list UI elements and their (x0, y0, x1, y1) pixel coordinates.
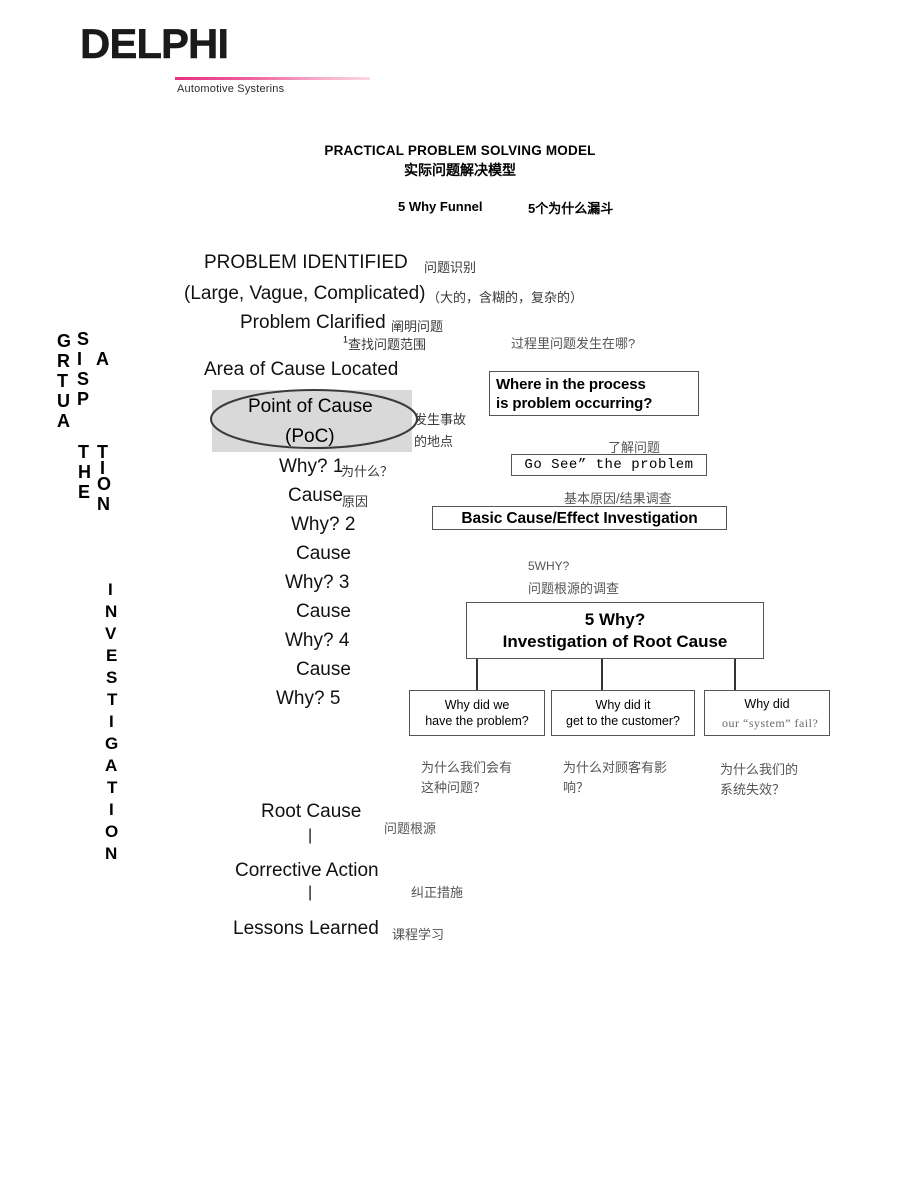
poc-note-cn-line1: 发生事故 (414, 412, 467, 427)
funnel-scope-note: 1查找问题范围 (343, 334, 426, 354)
sub-box-3-cn-line1: 为什么我们的 (720, 762, 799, 777)
where-note-cn: 过程里问题发生在哪? (511, 336, 636, 351)
vletter: A (57, 411, 70, 431)
vletter: E (78, 482, 91, 502)
funnel-root-cause: Root Cause (261, 801, 362, 822)
connector-line-1 (476, 659, 478, 690)
why5-box-line2: Investigation of Root Cause (502, 631, 728, 651)
funnel-connector-1: | (308, 827, 313, 844)
funnel-step-cause-1-cn: 原因 (342, 494, 369, 509)
vletter: O (97, 474, 112, 494)
funnel-step-why-5: Why? 5 (276, 688, 341, 709)
funnel-step-why-2: Why? 2 (291, 514, 356, 535)
funnel-lessons-learned: Lessons Learned (233, 918, 379, 939)
funnel-step-large-vague: (Large, Vague, Complicated) (184, 283, 426, 304)
funnel-step-large-vague-cn: （大的，含糊的，复杂的） (427, 290, 584, 305)
funnel-lessons-learned-cn: 课程学习 (392, 927, 445, 942)
funnel-corrective-action: Corrective Action (235, 860, 379, 881)
why5-box-line1: 5 Why? (584, 609, 646, 629)
sub-box-2-line2: get to the customer? (566, 714, 680, 728)
poc-note-cn-line2: 的地点 (414, 434, 454, 449)
poc-label-line1: Point of Cause (248, 396, 373, 417)
vletter: N (105, 602, 118, 621)
vletter: N (97, 494, 110, 514)
vletter: I (109, 800, 114, 819)
funnel-step-problem-identified: PROBLEM IDENTIFIED (204, 252, 408, 273)
sub-box-2-cn-line1: 为什么对顾客有影 (563, 760, 668, 775)
vletter: O (105, 822, 119, 841)
funnel-scope-note-cn: 查找问题范围 (348, 337, 427, 352)
funnel-step-problem-clarified: Problem Clarified (240, 312, 386, 333)
connector-line-2 (601, 659, 603, 690)
vletter: G (57, 331, 72, 351)
document-page: DELPHI Automotive Systerins PRACTICAL PR… (0, 0, 920, 1191)
vletter: N (105, 844, 118, 863)
where-box-line2: is problem occurring? (496, 394, 653, 412)
logo-wordmark: DELPHI (80, 20, 229, 67)
subtitle-cn: 5个为什么漏斗 (528, 201, 614, 216)
funnel-step-why-4: Why? 4 (285, 630, 350, 651)
funnel-step-why-1: Why? 1 (279, 456, 344, 477)
funnel-step-cause-4: Cause (296, 659, 351, 680)
vletter: I (109, 712, 114, 731)
funnel-step-cause-2: Cause (296, 543, 351, 564)
vletter: E (106, 646, 118, 665)
basic-cause-effect-box: Basic Cause/Effect Investigation (432, 506, 727, 530)
page-title-en: PRACTICAL PROBLEM SOLVING MODEL (324, 143, 596, 158)
vletter: I (108, 580, 113, 599)
sub-box-3-line1: Why did (744, 697, 790, 711)
sub-box-2-cn-line2: 响？ (563, 780, 590, 795)
connector-line-3 (734, 659, 736, 690)
vletter: S (77, 329, 90, 349)
funnel-corrective-action-cn: 纠正措施 (411, 885, 464, 900)
vletter: V (105, 624, 117, 643)
delphi-logo: DELPHI Automotive Systerins (80, 20, 380, 95)
vletter: T (107, 690, 118, 709)
funnel-step-area-of-cause: Area of Cause Located (204, 359, 399, 380)
where-box-line1: Where in the process (496, 375, 646, 393)
vletter: T (107, 778, 118, 797)
poc-label-line2: (PoC) (285, 426, 335, 447)
vletter: S (106, 668, 118, 687)
funnel-connector-2: | (308, 884, 313, 901)
sub-box-2-line1: Why did it (595, 698, 651, 712)
sub-box-why-did-we: Why did we have the problem? (409, 690, 545, 736)
vletter: T (78, 442, 89, 462)
five-why-root-cause-box: 5 Why? Investigation of Root Cause (466, 602, 764, 659)
vletter: A (96, 349, 109, 369)
vletter: P (77, 389, 90, 409)
page-title-cn: 实际问题解决模型 (404, 162, 516, 178)
funnel-step-cause-3: Cause (296, 601, 351, 622)
sub-box-1-line1: Why did we (444, 698, 510, 712)
logo-accent-rule (175, 77, 370, 80)
vletter: H (78, 462, 91, 482)
vletter: R (57, 351, 70, 371)
vletter: T (57, 371, 68, 391)
sub-box-3-line2-overflow: our “system” fail? (722, 716, 819, 730)
funnel-step-why-1-cn: 为什么？ (341, 464, 394, 479)
vletter: S (77, 369, 90, 389)
logo-tagline: Automotive Systerins (177, 83, 285, 95)
basic-cause-note-cn: 基本原因/结果调查 (564, 491, 672, 506)
subtitle-en: 5 Why Funnel (398, 199, 483, 214)
funnel-step-cause-1: Cause (288, 485, 343, 506)
funnel-step-problem-identified-cn: 问题识别 (424, 260, 477, 275)
vletter: G (105, 734, 119, 753)
sub-box-why-did-it: Why did it get to the customer? (551, 690, 695, 736)
funnel-step-why-3: Why? 3 (285, 572, 350, 593)
vletter: U (57, 391, 70, 411)
why5-note-en: 5WHY? (528, 559, 570, 573)
funnel-step-problem-clarified-cn: 阐明问题 (391, 319, 444, 334)
why5-note-cn: 问题根源的调查 (528, 581, 620, 596)
go-see-the-problem-box: Go See” the problem (511, 454, 707, 476)
funnel-root-cause-cn: 问题根源 (384, 821, 437, 836)
sub-box-1-line2: have the problem? (425, 714, 529, 728)
sub-box-1-cn-line2: 这种问题？ (421, 780, 487, 795)
where-in-process-box: Where in the process is problem occurrin… (489, 371, 699, 416)
sub-box-1-cn-line1: 为什么我们会有 (421, 760, 513, 775)
sub-box-3-cn-line2: 系统失效？ (720, 782, 786, 797)
vletter: A (105, 756, 118, 775)
vletter: I (77, 349, 83, 369)
